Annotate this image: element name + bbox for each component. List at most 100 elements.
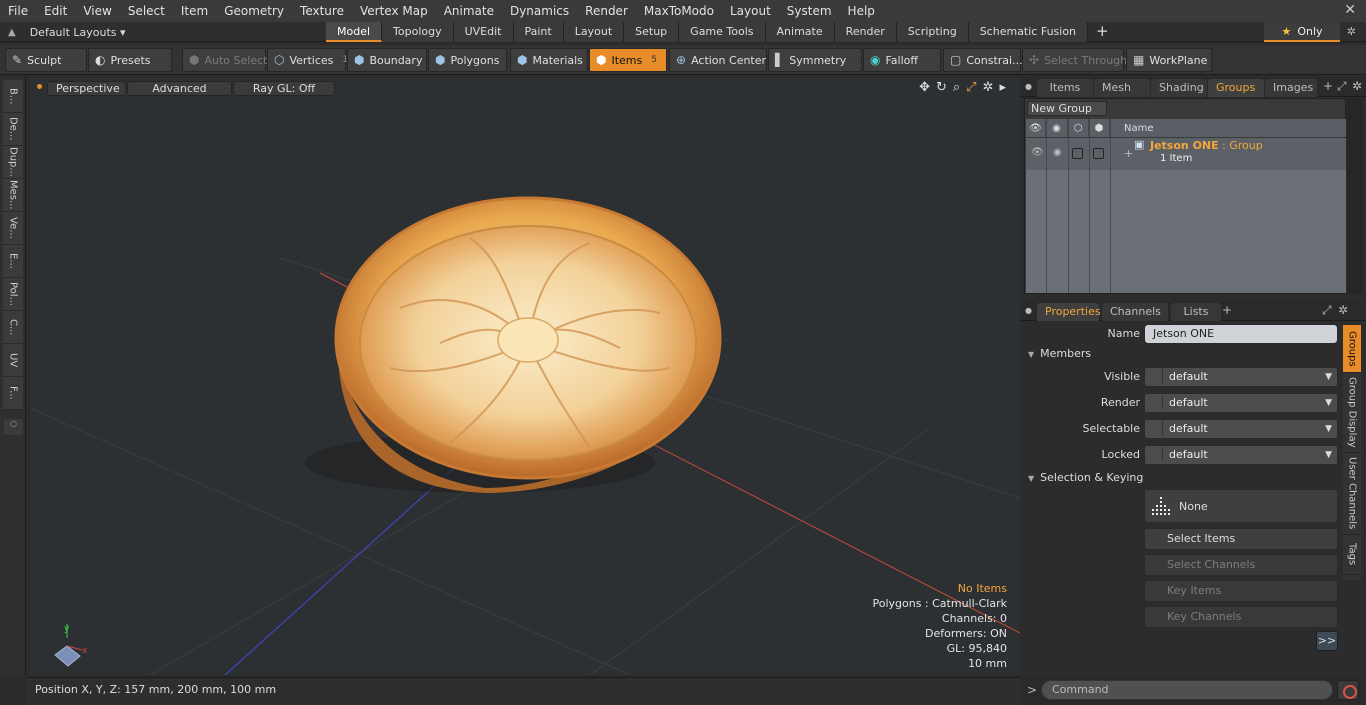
side-tab-tags[interactable]: Tags bbox=[1343, 535, 1361, 575]
none-button[interactable]: None bbox=[1144, 489, 1338, 523]
left-tab-vertex[interactable]: Ve... bbox=[3, 212, 23, 245]
record-macro-icon[interactable] bbox=[1337, 680, 1359, 700]
auto-select-button[interactable]: ⬢ Auto Select bbox=[182, 48, 267, 72]
column-name[interactable]: Name bbox=[1110, 119, 1346, 137]
select-cube-icon[interactable]: ⬢ bbox=[1089, 119, 1110, 137]
action-center-button[interactable]: ⊕ Action Center bbox=[669, 48, 767, 72]
expand-plus-icon[interactable]: + bbox=[1124, 147, 1133, 160]
left-tab-mesh[interactable]: Mes... bbox=[3, 179, 23, 212]
tab-scripting[interactable]: Scripting bbox=[896, 22, 969, 42]
menu-dynamics[interactable]: Dynamics bbox=[502, 0, 577, 22]
symmetry-button[interactable]: ▌ Symmetry bbox=[768, 48, 862, 72]
tab-items[interactable]: Items bbox=[1037, 79, 1093, 97]
left-tab-fusion[interactable]: F... bbox=[3, 377, 23, 410]
close-icon[interactable]: ✕ bbox=[1344, 2, 1356, 18]
menu-animate[interactable]: Animate bbox=[436, 0, 502, 22]
visibility-eye-icon[interactable]: 👁 bbox=[1026, 119, 1046, 137]
viewport-menu-dot[interactable] bbox=[37, 84, 42, 89]
sculpt-button[interactable]: ✎ Sculpt bbox=[5, 48, 87, 72]
shading-mode-button[interactable]: Advanced bbox=[127, 81, 232, 96]
key-items-button[interactable]: Key Items bbox=[1144, 580, 1338, 602]
vertices-button[interactable]: ⬡ Vertices 1 bbox=[267, 48, 348, 72]
polygons-button[interactable]: ⬢ Polygons bbox=[428, 48, 507, 72]
side-tab-group-display[interactable]: Group Display bbox=[1343, 373, 1361, 453]
left-tab-polygon[interactable]: Pol... bbox=[3, 278, 23, 311]
falloff-button[interactable]: ◉ Falloff bbox=[863, 48, 941, 72]
workplane-button[interactable]: ▦ WorkPlane bbox=[1126, 48, 1212, 72]
move-view-icon[interactable]: ✥ bbox=[919, 80, 930, 95]
tab-images[interactable]: Images bbox=[1265, 79, 1317, 97]
viewport-gear-icon[interactable]: ✲ bbox=[983, 80, 994, 95]
menu-render[interactable]: Render bbox=[577, 0, 636, 22]
row-camera-icon[interactable]: ◉ bbox=[1053, 147, 1062, 158]
menu-layout[interactable]: Layout bbox=[722, 0, 779, 22]
left-tab-edge[interactable]: E... bbox=[3, 245, 23, 278]
menu-help[interactable]: Help bbox=[840, 0, 883, 22]
group-row[interactable]: 👁 ◉ + ▣ Jetson ONE : Group 1 Item bbox=[1026, 138, 1346, 170]
maximize-view-icon[interactable]: ⤢ bbox=[966, 80, 976, 95]
new-group-button[interactable]: New Group bbox=[1027, 101, 1107, 116]
tab-groups[interactable]: Groups bbox=[1208, 79, 1264, 97]
presets-button[interactable]: ◐ Presets bbox=[88, 48, 172, 72]
expand-button[interactable]: >> bbox=[1316, 631, 1338, 651]
layout-selector[interactable]: ▲ Default Layouts ▾ bbox=[8, 22, 126, 42]
tab-schematic-fusion[interactable]: Schematic Fusion bbox=[968, 22, 1089, 42]
menu-system[interactable]: System bbox=[779, 0, 840, 22]
gear-icon[interactable]: ✲ bbox=[1347, 25, 1356, 38]
tab-layout[interactable]: Layout bbox=[563, 22, 625, 42]
select-through-button[interactable]: ✣ Select Through bbox=[1022, 48, 1127, 72]
tab-model[interactable]: Model bbox=[326, 22, 383, 42]
boundary-button[interactable]: ⬢ Boundary bbox=[347, 48, 427, 72]
props-menu-dot[interactable]: ● bbox=[1025, 306, 1032, 315]
zoom-view-icon[interactable]: ⌕ bbox=[953, 80, 960, 95]
left-tab-deform[interactable]: De... bbox=[3, 113, 23, 146]
menu-geometry[interactable]: Geometry bbox=[216, 0, 292, 22]
3d-viewport[interactable]: y x Perspective Advanced Ray GL: Off ✥ ↻… bbox=[30, 78, 1020, 675]
props-gear-icon[interactable]: ✲ bbox=[1338, 303, 1348, 317]
tab-shading[interactable]: Shading bbox=[1151, 79, 1207, 97]
menu-item[interactable]: Item bbox=[173, 0, 216, 22]
selectable-dropdown[interactable]: default ▼ bbox=[1144, 419, 1338, 439]
selection-keying-section[interactable]: ▼ Selection & Keying bbox=[1028, 470, 1143, 487]
raygl-button[interactable]: Ray GL: Off bbox=[233, 81, 335, 96]
menu-maxtomodo[interactable]: MaxToModo bbox=[636, 0, 722, 22]
visible-dropdown[interactable]: default ▼ bbox=[1144, 367, 1338, 387]
select-items-button[interactable]: Select Items bbox=[1144, 528, 1338, 550]
row-select-checkbox[interactable] bbox=[1093, 148, 1104, 159]
tab-topology[interactable]: Topology bbox=[382, 22, 454, 42]
menu-view[interactable]: View bbox=[75, 0, 119, 22]
expand-panel-icon[interactable]: ⤢ bbox=[1337, 79, 1347, 94]
side-tab-groups[interactable]: Groups bbox=[1343, 325, 1361, 373]
side-tab-user-channels[interactable]: User Channels bbox=[1343, 453, 1361, 535]
locked-dropdown[interactable]: default ▼ bbox=[1144, 445, 1338, 465]
menu-texture[interactable]: Texture bbox=[292, 0, 352, 22]
panel-gear-icon[interactable]: ✲ bbox=[1352, 79, 1362, 93]
key-channels-button[interactable]: Key Channels bbox=[1144, 606, 1338, 628]
items-button[interactable]: ⬢ Items 5 bbox=[589, 48, 667, 72]
render-dropdown[interactable]: default ▼ bbox=[1144, 393, 1338, 413]
left-strip-toggle[interactable]: ○ bbox=[4, 419, 23, 435]
lock-cube-icon[interactable]: ⬡ bbox=[1068, 119, 1089, 137]
left-tab-uv[interactable]: UV bbox=[3, 344, 23, 377]
left-tab-curve[interactable]: C... bbox=[3, 311, 23, 344]
command-input[interactable]: Command bbox=[1041, 680, 1333, 700]
materials-button[interactable]: ⬢ Materials bbox=[510, 48, 588, 72]
row-lock-checkbox[interactable] bbox=[1072, 148, 1083, 159]
left-tab-basic[interactable]: B... bbox=[3, 80, 23, 113]
tab-uvedit[interactable]: UVEdit bbox=[453, 22, 514, 42]
tab-animate[interactable]: Animate bbox=[765, 22, 835, 42]
expand-props-icon[interactable]: ⤢ bbox=[1322, 303, 1332, 318]
select-channels-button[interactable]: Select Channels bbox=[1144, 554, 1338, 576]
menu-file[interactable]: File bbox=[0, 0, 36, 22]
tab-game-tools[interactable]: Game Tools bbox=[679, 22, 766, 42]
name-field[interactable]: Jetson ONE bbox=[1144, 324, 1338, 344]
add-tab-icon[interactable]: + bbox=[1323, 79, 1333, 93]
add-props-tab-icon[interactable]: + bbox=[1222, 303, 1232, 317]
tab-paint[interactable]: Paint bbox=[513, 22, 564, 42]
menu-edit[interactable]: Edit bbox=[36, 0, 75, 22]
only-toggle-button[interactable]: ★ Only bbox=[1264, 22, 1340, 42]
view-mode-button[interactable]: Perspective bbox=[47, 81, 126, 96]
constraints-button[interactable]: ▢ Constrai... bbox=[943, 48, 1023, 72]
panel-menu-dot[interactable]: ● bbox=[1025, 82, 1032, 91]
tab-setup[interactable]: Setup bbox=[624, 22, 680, 42]
